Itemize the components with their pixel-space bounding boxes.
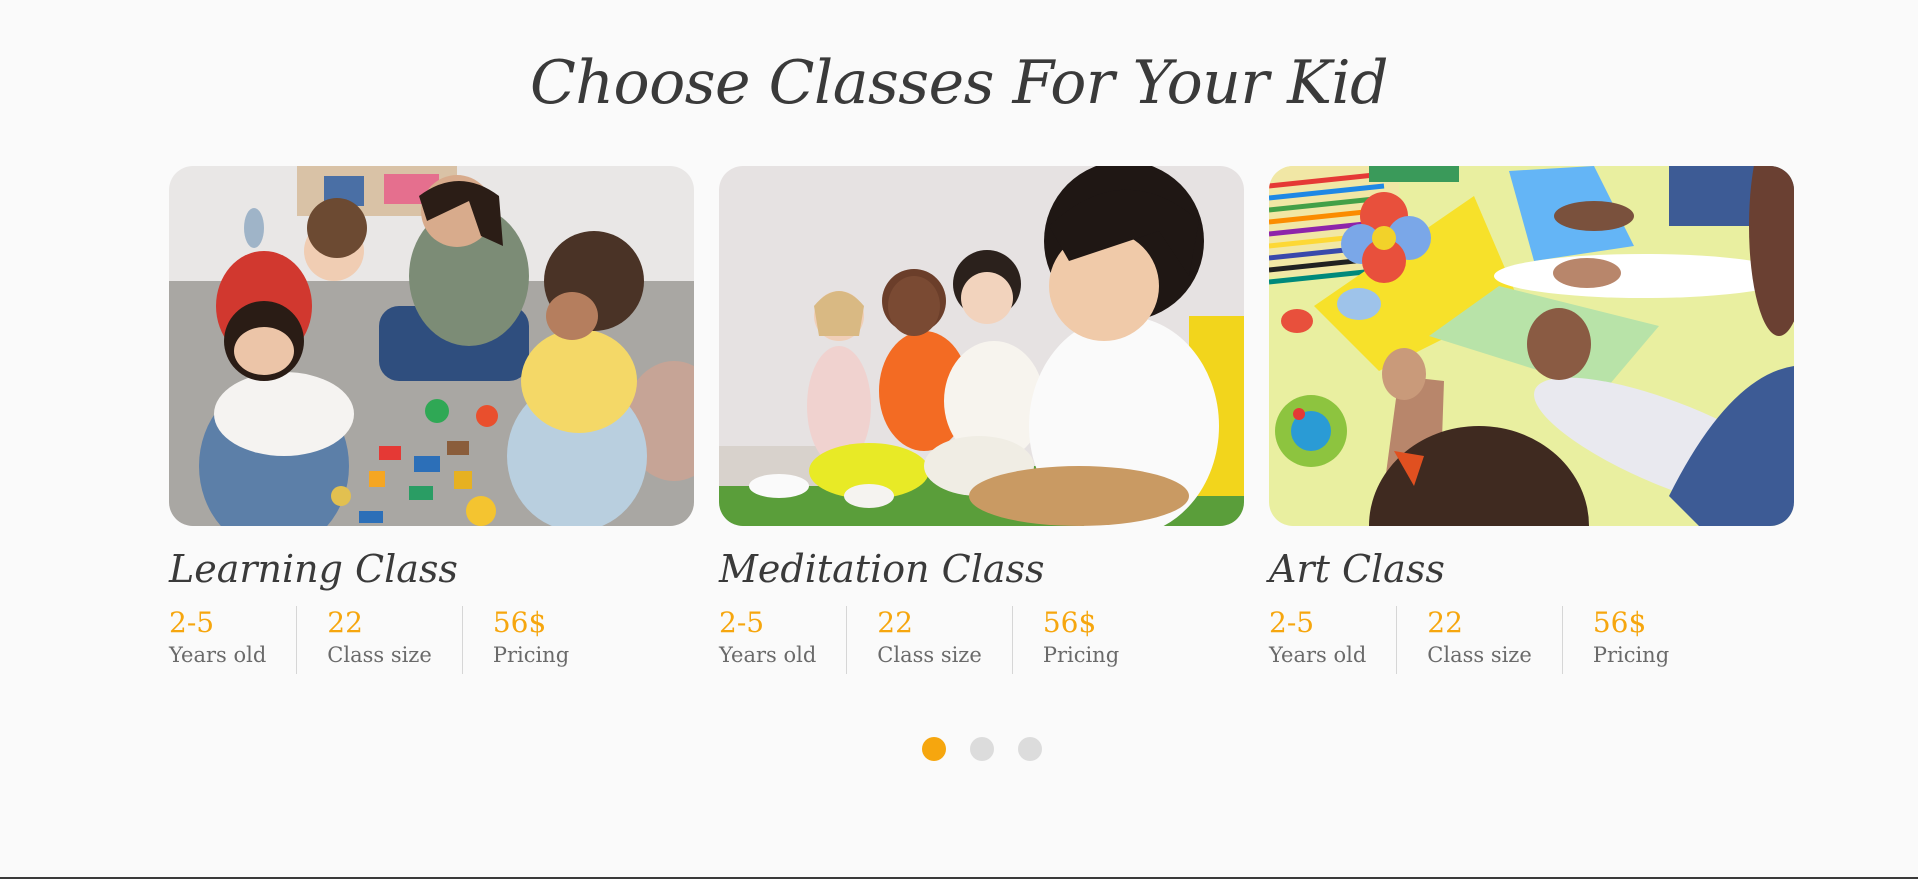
stat-label: Class size — [1427, 643, 1532, 667]
stat-label: Pricing — [1042, 643, 1120, 667]
stat-value: 2-5 — [1269, 606, 1315, 639]
stat-label: Years old — [169, 643, 267, 667]
stat-value: 56$ — [1592, 606, 1647, 639]
stat-label: Pricing — [1592, 643, 1670, 667]
carousel-dot-3[interactable] — [1018, 737, 1042, 761]
stat-value: 2-5 — [169, 606, 215, 639]
stat-pricing: 56$ Pricing — [1011, 606, 1120, 674]
stat-value: 22 — [1427, 606, 1463, 639]
stat-label: Class size — [877, 643, 982, 667]
class-image-learning[interactable] — [169, 166, 694, 526]
stat-value: 56$ — [1042, 606, 1097, 639]
stat-value: 56$ — [492, 606, 547, 639]
stat-class-size: 22 Class size — [846, 606, 1012, 674]
stat-age: 2-5 Years old — [169, 606, 296, 674]
stat-value: 22 — [327, 606, 363, 639]
class-card-art[interactable]: Art Class 2-5 Years old 22 Class size 56… — [1269, 166, 1794, 674]
card-title[interactable]: Meditation Class — [719, 547, 1045, 591]
carousel-dot-1[interactable] — [922, 737, 946, 761]
class-image-meditation[interactable] — [719, 166, 1244, 526]
card-title[interactable]: Art Class — [1269, 547, 1445, 591]
class-stats: 2-5 Years old 22 Class size 56$ Pricing — [169, 606, 569, 674]
stat-age: 2-5 Years old — [719, 606, 846, 674]
card-title[interactable]: Learning Class — [169, 547, 458, 591]
stat-pricing: 56$ Pricing — [1561, 606, 1670, 674]
carousel-dot-2[interactable] — [970, 737, 994, 761]
stat-value: 2-5 — [719, 606, 765, 639]
stat-age: 2-5 Years old — [1269, 606, 1396, 674]
stat-label: Pricing — [492, 643, 570, 667]
section-title: Choose Classes For Your Kid — [529, 48, 1389, 118]
class-stats: 2-5 Years old 22 Class size 56$ Pricing — [719, 606, 1119, 674]
class-stats: 2-5 Years old 22 Class size 56$ Pricing — [1269, 606, 1669, 674]
class-card-meditation[interactable]: Meditation Class 2-5 Years old 22 Class … — [719, 166, 1244, 674]
stat-label: Class size — [327, 643, 432, 667]
stat-value: 22 — [877, 606, 913, 639]
carousel-pagination — [922, 737, 1042, 761]
class-card-learning[interactable]: Learning Class 2-5 Years old 22 Class si… — [169, 166, 694, 674]
stat-label: Years old — [1269, 643, 1367, 667]
class-image-art[interactable] — [1269, 166, 1794, 526]
stat-class-size: 22 Class size — [1396, 606, 1562, 674]
stat-class-size: 22 Class size — [296, 606, 462, 674]
stat-label: Years old — [719, 643, 817, 667]
stat-pricing: 56$ Pricing — [461, 606, 570, 674]
